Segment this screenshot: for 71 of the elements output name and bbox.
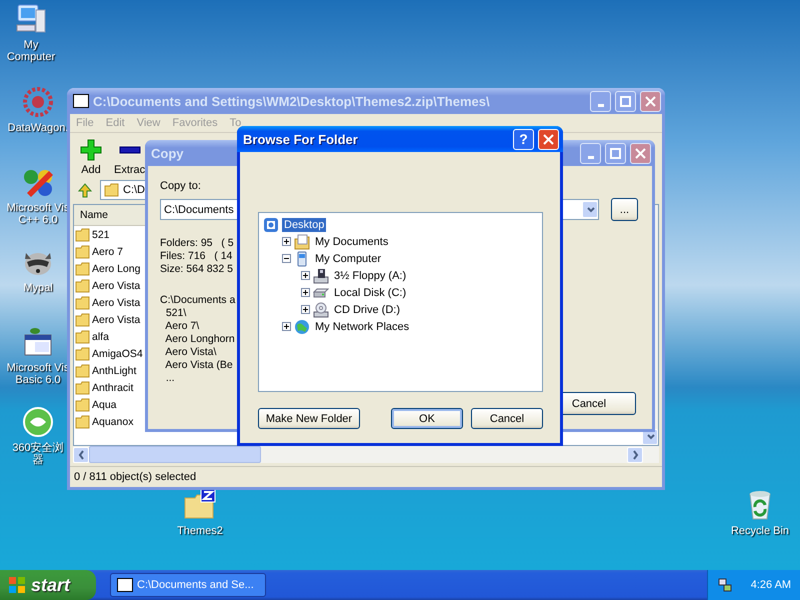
help-button[interactable]: ? bbox=[513, 128, 534, 150]
desktop-icon bbox=[263, 216, 279, 232]
dialog-button[interactable]: Make New Folder bbox=[258, 408, 360, 429]
folder-listing-line: Aero 7\ bbox=[164, 320, 200, 333]
folder-listing-line: Aero Vista\ bbox=[164, 346, 216, 359]
folder-icon bbox=[75, 398, 91, 412]
folder-listing-line: Aero Vista (Be bbox=[164, 359, 233, 372]
folder-icon bbox=[104, 183, 120, 197]
folder-icon bbox=[75, 262, 91, 276]
globe-icon bbox=[21, 405, 55, 439]
close-icon bbox=[543, 134, 554, 144]
network-icon[interactable] bbox=[716, 577, 733, 593]
maximize-icon bbox=[610, 148, 621, 158]
maximize-icon bbox=[620, 96, 631, 106]
dialog-button[interactable]: OK bbox=[391, 408, 463, 429]
app-logo-icon bbox=[73, 94, 89, 108]
collapse-toggle[interactable] bbox=[282, 254, 291, 263]
stat-line: Files: 716 ( 14 bbox=[160, 250, 232, 263]
chevron-left-icon bbox=[76, 450, 86, 460]
chevron-down-icon bbox=[586, 204, 594, 214]
folder-listing-line: 521\ bbox=[164, 307, 186, 320]
folder-listing-line: Aero Longhorn bbox=[164, 333, 235, 346]
start-button[interactable]: start bbox=[0, 570, 96, 600]
status-text: 0 / 811 object(s) selected bbox=[74, 471, 196, 483]
chevron-right-icon bbox=[630, 450, 640, 460]
dialog-button[interactable]: Cancel bbox=[471, 408, 543, 429]
app-logo-icon bbox=[117, 578, 133, 592]
dialog-title: Browse For Folder bbox=[243, 132, 359, 146]
floppy-drive-icon bbox=[313, 268, 329, 284]
plus-icon bbox=[80, 139, 102, 161]
folder-icon bbox=[75, 380, 91, 394]
stat-line: Size: 564 832 5 bbox=[160, 263, 233, 276]
taskbar-button[interactable]: C:\Documents and Se... bbox=[110, 573, 266, 597]
network-globe-icon bbox=[294, 318, 310, 334]
expand-toggle[interactable] bbox=[301, 288, 310, 297]
folder-icon bbox=[75, 312, 91, 326]
tree-item[interactable]: Local Disk (C:) bbox=[332, 286, 408, 300]
close-icon bbox=[645, 96, 656, 106]
folder-icon bbox=[75, 364, 91, 378]
expand-toggle[interactable] bbox=[301, 305, 310, 314]
tree-item[interactable]: My Network Places bbox=[313, 320, 412, 334]
folder-icon bbox=[75, 296, 91, 310]
window-title: C:\Documents and Settings\WM2\Desktop\Themes2.zip\Themes\ bbox=[93, 94, 491, 108]
tree-item[interactable]: 3½ Floppy (A:) bbox=[332, 268, 408, 282]
documents-folder-icon bbox=[294, 234, 310, 250]
field-label: Copy to: bbox=[160, 180, 202, 192]
minimize-icon bbox=[588, 156, 594, 158]
dialog-title: Copy bbox=[151, 146, 184, 160]
stat-line: Folders: 95 ( 5 bbox=[160, 237, 234, 250]
folder-icon bbox=[75, 414, 91, 428]
cd-drive-icon bbox=[313, 302, 329, 318]
tree-item[interactable]: My Computer bbox=[313, 252, 384, 266]
folder-icon bbox=[75, 330, 91, 344]
flower-icon bbox=[21, 85, 55, 119]
minimize-icon bbox=[598, 104, 604, 106]
expand-toggle[interactable] bbox=[282, 322, 291, 331]
expand-toggle[interactable] bbox=[301, 271, 310, 280]
tree-item[interactable]: CD Drive (D:) bbox=[332, 302, 402, 316]
tree-item[interactable]: My Documents bbox=[313, 234, 390, 248]
folder-icon bbox=[75, 278, 91, 292]
folder-icon bbox=[75, 346, 91, 360]
folder-icon bbox=[75, 244, 91, 258]
close-icon bbox=[635, 148, 646, 158]
folder-listing-line: C:\Documents a bbox=[160, 294, 236, 307]
clock: 4:26 AM bbox=[750, 579, 792, 591]
chevron-down-icon bbox=[646, 432, 654, 442]
desktop-icon-label[interactable]: My Computer bbox=[0, 39, 64, 63]
expand-toggle[interactable] bbox=[282, 237, 291, 246]
folder-listing-line: ... bbox=[164, 372, 175, 385]
tree-item[interactable]: Desktop bbox=[282, 218, 326, 232]
windows-flag-icon bbox=[8, 576, 26, 594]
